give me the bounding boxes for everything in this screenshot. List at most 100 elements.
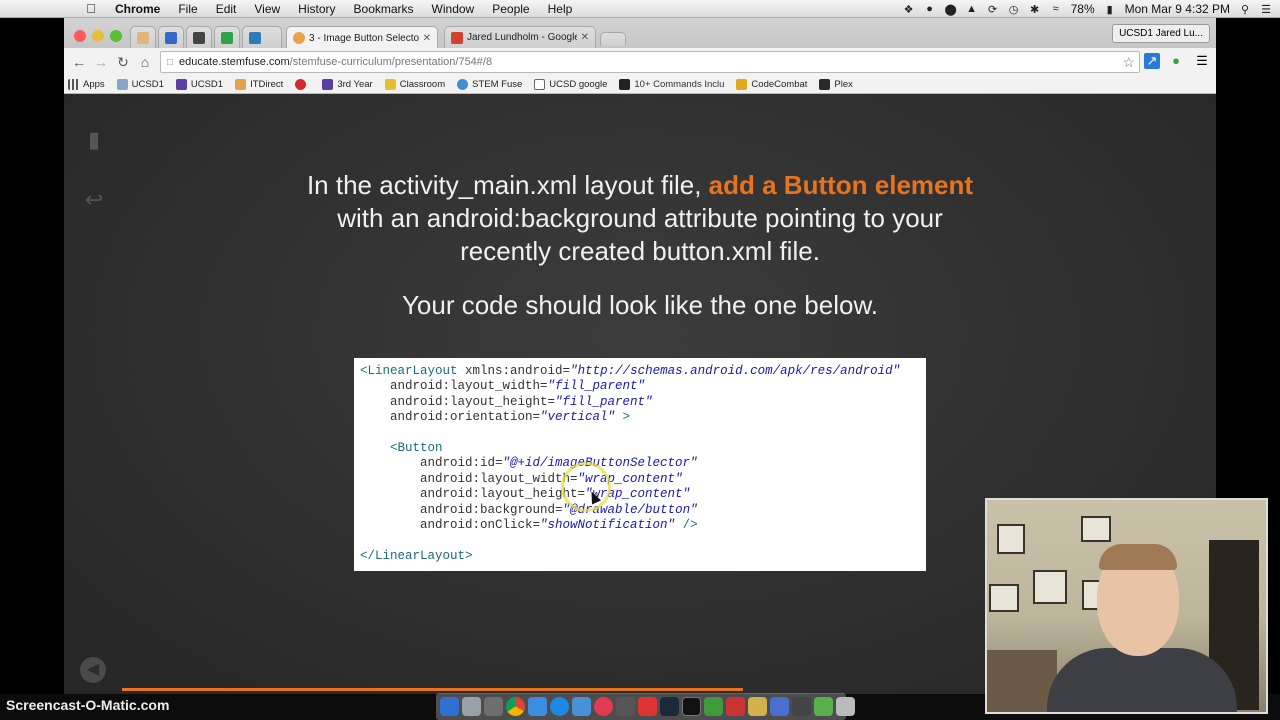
record-icon[interactable]: ⬤ xyxy=(944,3,956,16)
menu-people[interactable]: People xyxy=(483,2,538,16)
previous-slide-button[interactable]: ◀ xyxy=(80,657,106,683)
address-bar[interactable]: □ educate.stemfuse.com/stemfuse-curricul… xyxy=(160,51,1140,73)
bookmarks-bar: Apps UCSD1 UCSD1 ITDirect 3rd Year Class… xyxy=(64,76,1216,94)
itdirect-icon xyxy=(235,79,247,90)
clipboard-icon[interactable]: ▮ xyxy=(80,126,108,154)
sonos-icon[interactable] xyxy=(770,697,789,716)
acrobat-icon[interactable] xyxy=(638,697,657,716)
notification-icon[interactable]: ● xyxy=(924,3,936,15)
spotlight-icon[interactable]: ⚲ xyxy=(1239,3,1251,16)
extension-icon[interactable]: ↗ xyxy=(1144,53,1160,69)
home-icon[interactable]: ⌂ xyxy=(136,53,154,71)
battery-icon[interactable]: ▮ xyxy=(1104,3,1116,16)
bluetooth-icon[interactable]: ✱ xyxy=(1029,3,1041,16)
app-icon[interactable] xyxy=(550,697,569,716)
menu-history[interactable]: History xyxy=(289,2,344,16)
bookmark-classroom[interactable]: Classroom xyxy=(384,79,445,90)
clock[interactable]: Mon Mar 9 4:32 PM xyxy=(1125,2,1230,16)
sync-icon[interactable]: ⟳ xyxy=(987,3,999,16)
pinned-tab-4[interactable] xyxy=(214,26,240,48)
forward-arrow-icon[interactable]: → xyxy=(92,53,110,71)
app-dark-icon[interactable] xyxy=(792,697,811,716)
tab-image-button-selector[interactable]: 3 - Image Button Selector ✕ xyxy=(286,26,438,49)
menu-view[interactable]: View xyxy=(245,2,289,16)
wall-certificate xyxy=(1081,516,1111,542)
code-line: android:layout_height="fill_parent" xyxy=(360,394,653,409)
stemfuse-icon xyxy=(457,79,469,90)
slide-subtitle: Your code should look like the one below… xyxy=(401,290,879,320)
zoom-window-button[interactable] xyxy=(110,30,122,42)
bookmark-ucsd-google[interactable]: UCSD google xyxy=(534,79,607,90)
mac-menu-bar:  Chrome File Edit View History Bookmark… xyxy=(0,0,1280,18)
finder-icon[interactable] xyxy=(440,697,459,716)
system-icon[interactable] xyxy=(484,697,503,716)
app-green-icon[interactable] xyxy=(814,697,833,716)
back-arrow-icon[interactable]: ← xyxy=(70,53,88,71)
menu-file[interactable]: File xyxy=(169,2,206,16)
bookmark-red[interactable] xyxy=(295,79,310,90)
menu-bookmarks[interactable]: Bookmarks xyxy=(345,2,423,16)
bookmark-3rd-year[interactable]: 3rd Year xyxy=(322,79,373,90)
dock xyxy=(436,693,855,720)
bookmark-plex[interactable]: Plex xyxy=(819,79,853,90)
profile-button[interactable]: UCSD1 Jared Lu... xyxy=(1112,24,1210,43)
dropbox-icon[interactable]: ❖ xyxy=(903,3,915,16)
code-line: android:layout_width="fill_parent" xyxy=(360,379,646,394)
pinned-tab-1[interactable] xyxy=(130,26,156,48)
reload-icon[interactable]: ↻ xyxy=(114,53,132,71)
drive-icon[interactable]: ▲ xyxy=(966,3,978,15)
minimize-window-button[interactable] xyxy=(92,30,104,42)
tab-google-plus[interactable]: Jared Lundholm - Google+ ✕ xyxy=(444,26,596,48)
terminal-icon[interactable] xyxy=(682,697,701,716)
bookmark-apps[interactable]: Apps xyxy=(68,79,105,90)
app-red-icon[interactable] xyxy=(726,697,745,716)
webcam-overlay xyxy=(985,498,1268,714)
folder-icon xyxy=(116,79,128,90)
x11-icon[interactable] xyxy=(704,697,723,716)
reply-arrow-icon[interactable]: ↩ xyxy=(80,186,108,214)
safari-icon[interactable] xyxy=(528,697,547,716)
pinned-tab-3[interactable] xyxy=(186,26,212,48)
bookmark-ucsd1-folder[interactable]: UCSD1 xyxy=(116,79,164,90)
htg-icon xyxy=(619,79,631,90)
wall-certificate xyxy=(1033,570,1067,604)
bookmark-codecombat[interactable]: CodeCombat xyxy=(736,79,807,90)
new-tab-button[interactable] xyxy=(600,32,626,46)
time-machine-icon[interactable]: ◷ xyxy=(1008,3,1020,16)
launchpad-icon[interactable] xyxy=(462,697,481,716)
bookmark-itdirect[interactable]: ITDirect xyxy=(235,79,283,90)
browser-toolbar: ← → ↻ ⌂ □ educate.stemfuse.com/stemfuse-… xyxy=(64,48,1216,76)
menu-help[interactable]: Help xyxy=(539,2,582,16)
bookmark-star-icon[interactable]: ☆ xyxy=(1122,54,1135,71)
battery-percent[interactable]: 78% xyxy=(1071,2,1095,16)
code-line: android:orientation="vertical" > xyxy=(360,410,631,425)
bookmark-commands[interactable]: 10+ Commands Inclu xyxy=(619,79,724,90)
itunes-icon[interactable] xyxy=(594,697,613,716)
trash-icon[interactable] xyxy=(836,697,855,716)
bookmark-label: ITDirect xyxy=(250,79,284,90)
wifi-icon[interactable]: ≈ xyxy=(1050,3,1062,15)
close-tab-icon[interactable]: ✕ xyxy=(577,32,589,43)
menu-icon[interactable]: ☰ xyxy=(1194,53,1210,69)
bookmark-ucsd1[interactable]: UCSD1 xyxy=(175,79,223,90)
menu-edit[interactable]: Edit xyxy=(207,2,246,16)
codecombat-icon xyxy=(736,79,748,90)
notification-center-icon[interactable]: ☰ xyxy=(1260,3,1272,16)
apple-menu-icon[interactable]:  xyxy=(76,1,106,16)
browser-window: 3 - Image Button Selector ✕ Jared Lundho… xyxy=(64,18,1216,94)
steam-icon[interactable] xyxy=(660,697,679,716)
close-window-button[interactable] xyxy=(74,30,86,42)
slide-progress-bar xyxy=(122,688,743,691)
menu-chrome[interactable]: Chrome xyxy=(106,2,169,16)
close-tab-icon[interactable]: ✕ xyxy=(419,33,431,44)
mail-icon[interactable] xyxy=(572,697,591,716)
pinned-tab-5[interactable] xyxy=(242,26,282,48)
app-yellow-icon[interactable] xyxy=(748,697,767,716)
preferences-icon[interactable] xyxy=(616,697,635,716)
extension-pin-icon[interactable]: ● xyxy=(1168,53,1184,69)
pinned-tab-2[interactable] xyxy=(158,26,184,48)
bookmark-stem-fuse[interactable]: STEM Fuse xyxy=(457,79,522,90)
menu-window[interactable]: Window xyxy=(423,2,484,16)
chrome-icon[interactable] xyxy=(506,697,525,716)
